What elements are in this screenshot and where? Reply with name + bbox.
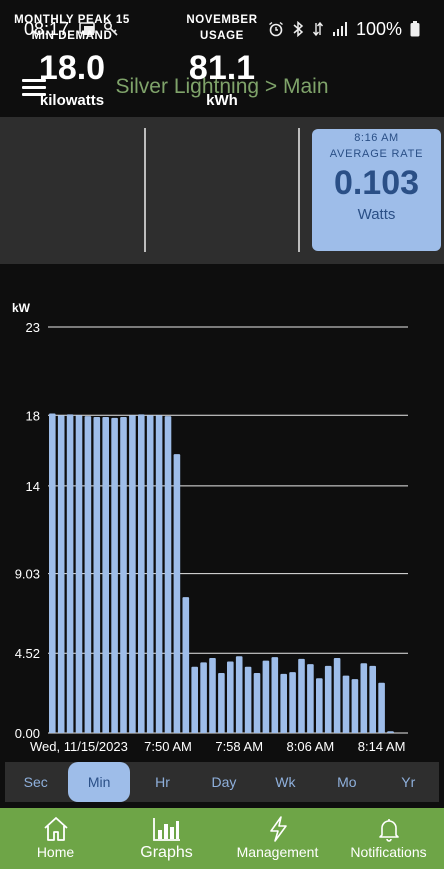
lightning-icon	[269, 816, 287, 842]
stat-usage-label-2: USAGE	[200, 30, 244, 42]
bar-chart-icon	[152, 818, 180, 841]
chart-bar	[66, 414, 74, 733]
chart-bar	[307, 664, 314, 733]
stat-rate-label: AVERAGE RATE	[329, 148, 424, 160]
chart-bar	[102, 417, 109, 733]
chart-bar	[155, 415, 163, 733]
nav-notifications-label: Notifications	[350, 844, 427, 860]
chart-bar	[342, 675, 350, 733]
chart-bar	[164, 416, 172, 733]
chart-bar	[280, 673, 287, 733]
stat-peak-unit: kilowatts	[39, 92, 105, 109]
stat-rate-unit: Watts	[357, 206, 396, 223]
nav-notifications[interactable]: Notifications	[333, 808, 444, 869]
chart-bar	[235, 656, 243, 733]
bell-icon	[378, 819, 399, 842]
chart-bar	[191, 666, 198, 733]
chart-bar	[111, 417, 118, 733]
x-tick-label: 8:06 AM	[287, 739, 335, 754]
range-tab-hr[interactable]: Hr	[132, 762, 193, 802]
chart-bar	[262, 660, 270, 733]
y-tick-label: 23	[26, 320, 40, 335]
stat-divider	[144, 128, 146, 252]
stat-usage-value: 81.1	[188, 49, 256, 87]
chart-bar	[324, 665, 332, 733]
nav-graphs[interactable]: Graphs	[111, 808, 222, 869]
chart-bar	[333, 657, 341, 733]
stat-peak-label-2: MIN DEMAND	[31, 30, 113, 42]
battery-percent: 100%	[355, 18, 402, 39]
y-tick-label: 14	[26, 479, 40, 494]
nav-management[interactable]: Management	[222, 808, 333, 869]
stat-usage: NOVEMBER USAGE 81.1 kWh	[146, 12, 298, 109]
data-icon	[312, 21, 323, 37]
chart-bar	[138, 414, 145, 733]
chart-bar	[369, 665, 376, 733]
stat-usage-label-1: NOVEMBER	[186, 14, 258, 26]
stat-average-rate-card[interactable]: 8:16 AM AVERAGE RATE 0.103 Watts	[312, 129, 441, 251]
chart-bar	[271, 657, 279, 733]
chart-bar	[227, 661, 234, 733]
time-range-tabs: Sec Min Hr Day Wk Mo Yr	[5, 762, 439, 802]
range-tab-wk[interactable]: Wk	[255, 762, 316, 802]
stat-usage-unit: kWh	[206, 92, 238, 109]
demand-bar-chart[interactable]: kW0.004.529.03141823Wed, 11/15/2023 7:50 …	[0, 290, 444, 760]
x-tick-label: Wed, 11/15/2023	[30, 739, 128, 754]
chart-bar	[173, 454, 181, 733]
chart-bar	[120, 417, 127, 733]
signal-icon	[332, 22, 347, 36]
chart-bar	[253, 672, 261, 733]
chart-bar	[57, 415, 65, 733]
y-axis-unit-label: kW	[12, 301, 31, 315]
chart-bar	[289, 672, 296, 733]
chart-bar	[387, 731, 394, 733]
chart-bar	[93, 417, 101, 733]
y-tick-label: 4.52	[15, 646, 40, 661]
chart-bar	[84, 416, 92, 733]
x-tick-label: 7:50 AM	[144, 739, 192, 754]
chart-bar	[209, 657, 216, 733]
chart-bar	[351, 679, 359, 733]
y-tick-label: 9.03	[15, 567, 40, 582]
nav-home-label: Home	[36, 844, 75, 860]
nav-home[interactable]: Home	[0, 808, 111, 869]
nav-graphs-label: Graphs	[140, 844, 193, 861]
chart-bar	[182, 597, 190, 733]
chart-bar	[49, 413, 56, 733]
chart-bar	[298, 658, 305, 733]
nav-management-label: Management	[236, 844, 319, 860]
range-tab-yr[interactable]: Yr	[378, 762, 439, 802]
stat-peak-value: 18.0	[38, 49, 106, 87]
chart-bar	[75, 415, 83, 733]
range-tab-mo[interactable]: Mo	[316, 762, 377, 802]
chart-bar	[200, 662, 207, 733]
chart-bar	[316, 678, 323, 733]
range-tab-day[interactable]: Day	[193, 762, 254, 802]
screen: 08:17 100% Silver Lightning > Main MONTH…	[0, 0, 444, 869]
chart-bar	[129, 415, 136, 733]
bottom-nav: Home Graphs Management Notifications	[0, 808, 444, 869]
battery-icon	[410, 21, 420, 37]
x-tick-label: 7:58 AM	[215, 739, 263, 754]
stat-rate-time: 8:16 AM	[354, 132, 399, 144]
chart-bar	[218, 672, 225, 733]
home-icon	[43, 817, 68, 841]
stat-peak-label-1: MONTHLY PEAK 15	[14, 14, 130, 26]
stat-peak-demand: MONTHLY PEAK 15 MIN DEMAND 18.0 kilowatt…	[0, 12, 144, 109]
chart-bar	[146, 415, 154, 733]
chart-bar	[360, 663, 368, 733]
chart-bar	[244, 666, 252, 733]
range-tab-sec[interactable]: Sec	[5, 762, 66, 802]
y-tick-label: 18	[26, 408, 40, 423]
chart-bar	[378, 682, 385, 733]
stat-divider	[298, 128, 300, 252]
range-tab-min[interactable]: Min	[68, 762, 130, 802]
stat-rate-value: 0.103	[333, 164, 420, 202]
x-tick-label: 8:14 AM	[358, 739, 406, 754]
